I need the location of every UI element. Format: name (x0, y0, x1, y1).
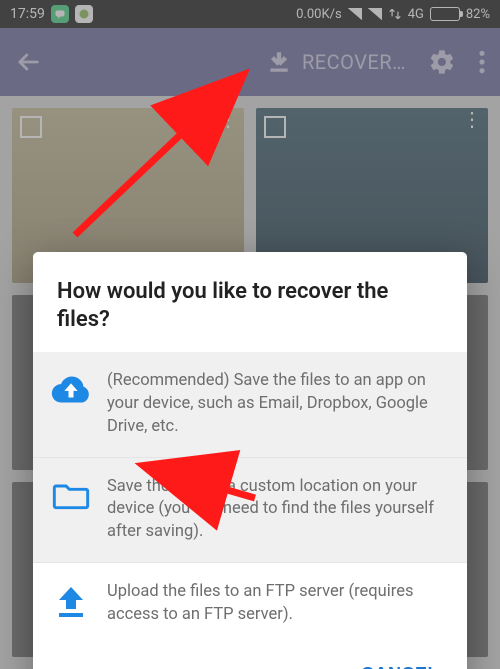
recover-dialog: How would you like to recover the files?… (33, 252, 467, 669)
cancel-button[interactable]: CANCEL (353, 654, 447, 669)
cloud-upload-icon (51, 370, 91, 406)
option-text: (Recommended) Save the files to an app o… (107, 370, 447, 438)
option-text: Upload the files to an FTP server (requi… (107, 581, 447, 627)
option-ftp-upload[interactable]: Upload the files to an FTP server (requi… (33, 562, 467, 645)
dialog-title: How would you like to recover the files? (33, 252, 467, 352)
screen: 17:59 0.00K/s 4G 82% RECOVER… (0, 0, 500, 669)
option-save-to-app[interactable]: (Recommended) Save the files to an app o… (33, 352, 467, 456)
option-text: Save the files to a custom location on y… (107, 476, 447, 544)
dialog-actions: CANCEL (33, 644, 467, 669)
upload-icon (51, 581, 91, 619)
folder-icon (51, 476, 91, 512)
option-save-custom[interactable]: Save the files to a custom location on y… (33, 457, 467, 562)
